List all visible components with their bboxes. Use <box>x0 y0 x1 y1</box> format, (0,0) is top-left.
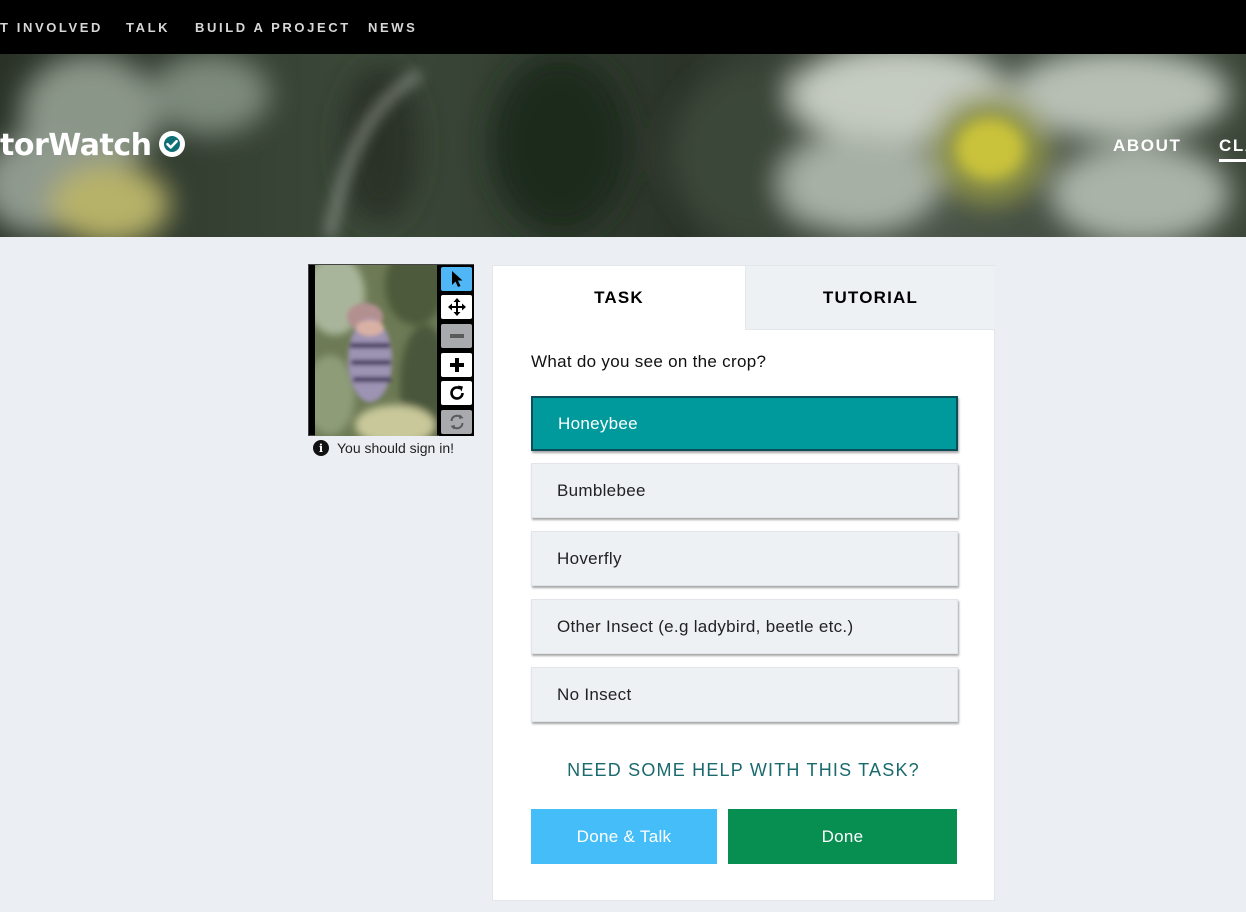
answer-label: Honeybee <box>558 413 638 433</box>
zoom-out-icon <box>449 334 464 338</box>
project-hero-banner: torWatch ABOUT CLA <box>0 54 1246 237</box>
pointer-icon <box>451 271 462 287</box>
nav-news[interactable]: NEWS <box>368 20 417 35</box>
zoom-out-button[interactable] <box>441 324 472 348</box>
answer-no-insect[interactable]: No Insect <box>531 667 958 722</box>
hero-background-image <box>0 54 1230 237</box>
sign-in-notice: i You should sign in! <box>313 440 454 456</box>
answer-label: Hoverfly <box>557 548 622 568</box>
task-help-link[interactable]: NEED SOME HELP WITH THIS TASK? <box>493 760 994 781</box>
project-nav-about[interactable]: ABOUT <box>1113 136 1181 156</box>
tab-tutorial[interactable]: TUTORIAL <box>745 266 995 330</box>
pointer-tool-button[interactable] <box>441 267 472 291</box>
subject-viewer <box>308 264 474 436</box>
tab-task[interactable]: TASK <box>493 266 745 330</box>
answer-bumblebee[interactable]: Bumblebee <box>531 463 958 518</box>
answer-other-insect[interactable]: Other Insect (e.g ladybird, beetle etc.) <box>531 599 958 654</box>
viewer-toolbar <box>439 265 474 436</box>
nav-get-involved[interactable]: T INVOLVED <box>0 20 103 35</box>
top-navigation: T INVOLVED TALK BUILD A PROJECT NEWS <box>0 0 1246 54</box>
task-question: What do you see on the crop? <box>531 352 767 371</box>
rotate-button[interactable] <box>441 381 472 405</box>
reset-button[interactable] <box>441 410 472 434</box>
project-title[interactable]: torWatch <box>0 128 152 163</box>
answer-label: Other Insect (e.g ladybird, beetle etc.) <box>557 616 854 636</box>
rotate-icon <box>449 385 464 400</box>
sign-in-notice-text: You should sign in! <box>337 440 455 456</box>
project-nav-classify[interactable]: CLA <box>1219 136 1246 162</box>
info-icon: i <box>313 440 329 456</box>
answer-honeybee[interactable]: Honeybee <box>531 396 958 451</box>
reset-icon <box>450 414 463 430</box>
task-panel: TASK TUTORIAL What do you see on the cro… <box>492 265 995 901</box>
move-icon <box>447 298 466 316</box>
move-tool-button[interactable] <box>441 295 472 319</box>
done-and-talk-button[interactable]: Done & Talk <box>531 809 717 864</box>
nav-talk[interactable]: TALK <box>126 20 170 35</box>
subject-image[interactable] <box>315 265 437 436</box>
zoom-in-button[interactable] <box>441 353 472 377</box>
zoom-in-icon <box>449 358 464 372</box>
nav-build-a-project[interactable]: BUILD A PROJECT <box>195 20 351 35</box>
done-button[interactable]: Done <box>728 809 957 864</box>
answer-label: No Insect <box>557 684 632 704</box>
answer-hoverfly[interactable]: Hoverfly <box>531 531 958 586</box>
answer-label: Bumblebee <box>557 480 646 500</box>
verified-badge-icon <box>159 131 185 157</box>
